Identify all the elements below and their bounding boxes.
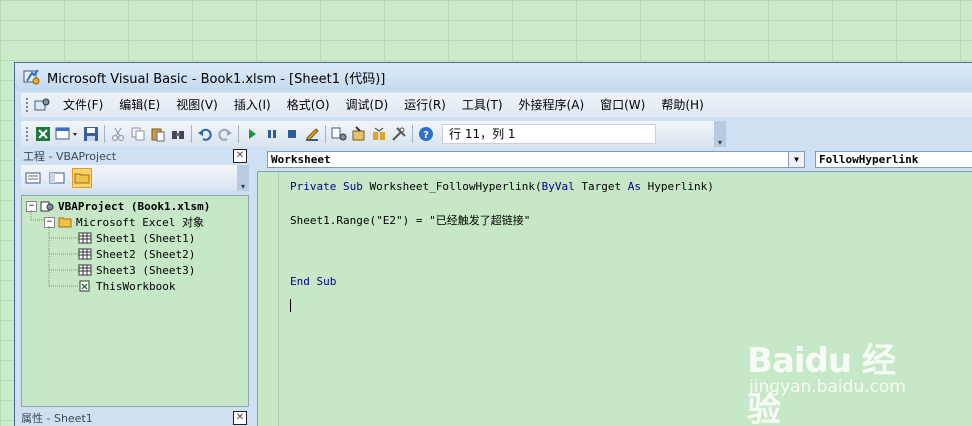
help-icon[interactable]: ? [418, 126, 434, 142]
tree-node-label: Sheet1 (Sheet1) [96, 231, 196, 245]
undo-icon[interactable] [197, 126, 213, 142]
project-explorer-icon[interactable] [331, 126, 347, 142]
code-keyword: Private Sub [290, 180, 363, 193]
break-icon[interactable] [264, 126, 280, 142]
object-dropdown-value: Worksheet [271, 153, 331, 166]
project-pane-header: 工程 - VBAProject ✕ [21, 147, 249, 165]
toolbar-grip[interactable] [25, 126, 29, 142]
tree-node-sheet1[interactable]: Sheet1 (Sheet1) [78, 230, 195, 246]
tree-node-label: Sheet2 (Sheet2) [96, 247, 196, 261]
menu-file[interactable]: 文件(F) [55, 94, 111, 116]
close-icon[interactable]: ✕ [233, 149, 247, 163]
toolbox-icon[interactable] [391, 126, 407, 142]
code-line-sub-declaration[interactable]: Private Sub Worksheet_FollowHyperlink(By… [290, 180, 714, 193]
toolbar-separator [191, 125, 192, 143]
vba-menu-icon[interactable] [33, 97, 51, 113]
toolbar-separator [104, 125, 105, 143]
tree-node-sheet3[interactable]: Sheet3 (Sheet3) [78, 262, 195, 278]
redo-icon[interactable] [217, 126, 233, 142]
tree-node-label: Sheet3 (Sheet3) [96, 263, 196, 277]
pane-splitter[interactable] [249, 147, 257, 426]
run-icon[interactable] [244, 126, 260, 142]
design-mode-icon[interactable] [304, 126, 320, 142]
menu-addins[interactable]: 外接程序(A) [511, 94, 593, 116]
menu-format[interactable]: 格式(O) [279, 94, 338, 116]
procedure-dropdown-value: FollowHyperlink [819, 153, 919, 166]
code-window: Worksheet ▼ FollowHyperlink Private Sub … [257, 147, 972, 426]
toolbar-separator [325, 125, 326, 143]
project-explorer-pane: 工程 - VBAProject ✕ ▾ − VBAProject (Book1.… [21, 147, 249, 426]
standard-toolbar: ? 行 11，列 1 ▾ [21, 121, 726, 147]
toolbar-separator [238, 125, 239, 143]
properties-pane-title: 属性 - Sheet1 [21, 412, 93, 425]
paste-icon[interactable] [150, 126, 166, 142]
object-dropdown[interactable]: Worksheet ▼ [267, 151, 805, 168]
tree-connector-lines [30, 210, 78, 287]
toolbar-separator [412, 125, 413, 143]
tree-node-thisworkbook[interactable]: ThisWorkbook [78, 278, 175, 294]
chevron-down-icon[interactable]: ▼ [788, 152, 804, 167]
view-code-icon[interactable] [24, 169, 42, 187]
vbe-window: Microsoft Visual Basic - Book1.xlsm - [S… [14, 62, 972, 426]
properties-icon[interactable] [351, 126, 367, 142]
project-tree: − VBAProject (Book1.xlsm) − Microsoft Ex… [21, 195, 249, 407]
project-pane-toolbar: ▾ [21, 165, 249, 191]
code-line-end-sub[interactable]: End Sub [290, 275, 336, 288]
properties-pane-header: 属性 - Sheet1 ✕ [21, 409, 249, 426]
code-line-range-assignment[interactable]: Sheet1.Range("E2") = "已经触发了超链接" [290, 212, 530, 228]
menu-tools[interactable]: 工具(T) [454, 94, 511, 116]
menu-debug[interactable]: 调试(D) [338, 94, 397, 116]
find-icon[interactable] [170, 126, 186, 142]
menu-window[interactable]: 窗口(W) [592, 94, 653, 116]
watermark-site: jingyan.baidu.com [749, 377, 906, 397]
svg-text:?: ? [423, 130, 429, 141]
menu-bar: 文件(F) 编辑(E) 视图(V) 插入(I) 格式(O) 调试(D) 运行(R… [21, 93, 972, 117]
save-icon[interactable] [83, 126, 99, 142]
breakpoint-margin[interactable] [258, 172, 279, 426]
toggle-folders-icon[interactable] [72, 168, 92, 188]
excel-icon[interactable] [35, 126, 51, 142]
pane-toolbar-options-button[interactable]: ▾ [237, 165, 249, 191]
code-text: Worksheet_FollowHyperlink( [362, 180, 542, 193]
window-title: Microsoft Visual Basic - Book1.xlsm - [S… [47, 71, 386, 87]
copy-icon[interactable] [130, 126, 146, 142]
menubar-grip[interactable] [25, 97, 29, 113]
view-object-icon[interactable] [48, 169, 66, 187]
baidu-jingyan-watermark: Baidu 经验 jingyan.baidu.com [747, 331, 917, 426]
procedure-dropdown[interactable]: FollowHyperlink [815, 151, 972, 168]
code-keyword: As [627, 180, 642, 193]
tree-node-label: Microsoft Excel 对象 [76, 216, 204, 229]
cursor-position-readout: 行 11，列 1 [442, 124, 656, 144]
title-bar[interactable]: Microsoft Visual Basic - Book1.xlsm - [S… [15, 63, 972, 91]
code-keyword: ByVal [541, 180, 575, 193]
menu-help[interactable]: 帮助(H) [653, 94, 711, 116]
menu-view[interactable]: 视图(V) [168, 94, 226, 116]
tree-node-label: ThisWorkbook [96, 279, 176, 293]
text-caret [290, 299, 291, 312]
reset-icon[interactable] [284, 126, 300, 142]
close-icon[interactable]: ✕ [233, 411, 247, 425]
object-browser-icon[interactable] [371, 126, 387, 142]
menu-insert[interactable]: 插入(I) [226, 94, 279, 116]
project-pane-title: 工程 - VBAProject [23, 150, 117, 163]
code-text: Target [574, 180, 628, 193]
vba-app-icon [23, 69, 40, 85]
menu-edit[interactable]: 编辑(E) [111, 94, 168, 116]
insert-userform-icon[interactable] [55, 126, 79, 142]
tree-node-sheet2[interactable]: Sheet2 (Sheet2) [78, 246, 195, 262]
toolbar-options-button[interactable]: ▾ [714, 121, 726, 147]
cut-icon[interactable] [110, 126, 126, 142]
code-text: Hyperlink) [641, 180, 714, 193]
menu-run[interactable]: 运行(R) [396, 94, 454, 116]
